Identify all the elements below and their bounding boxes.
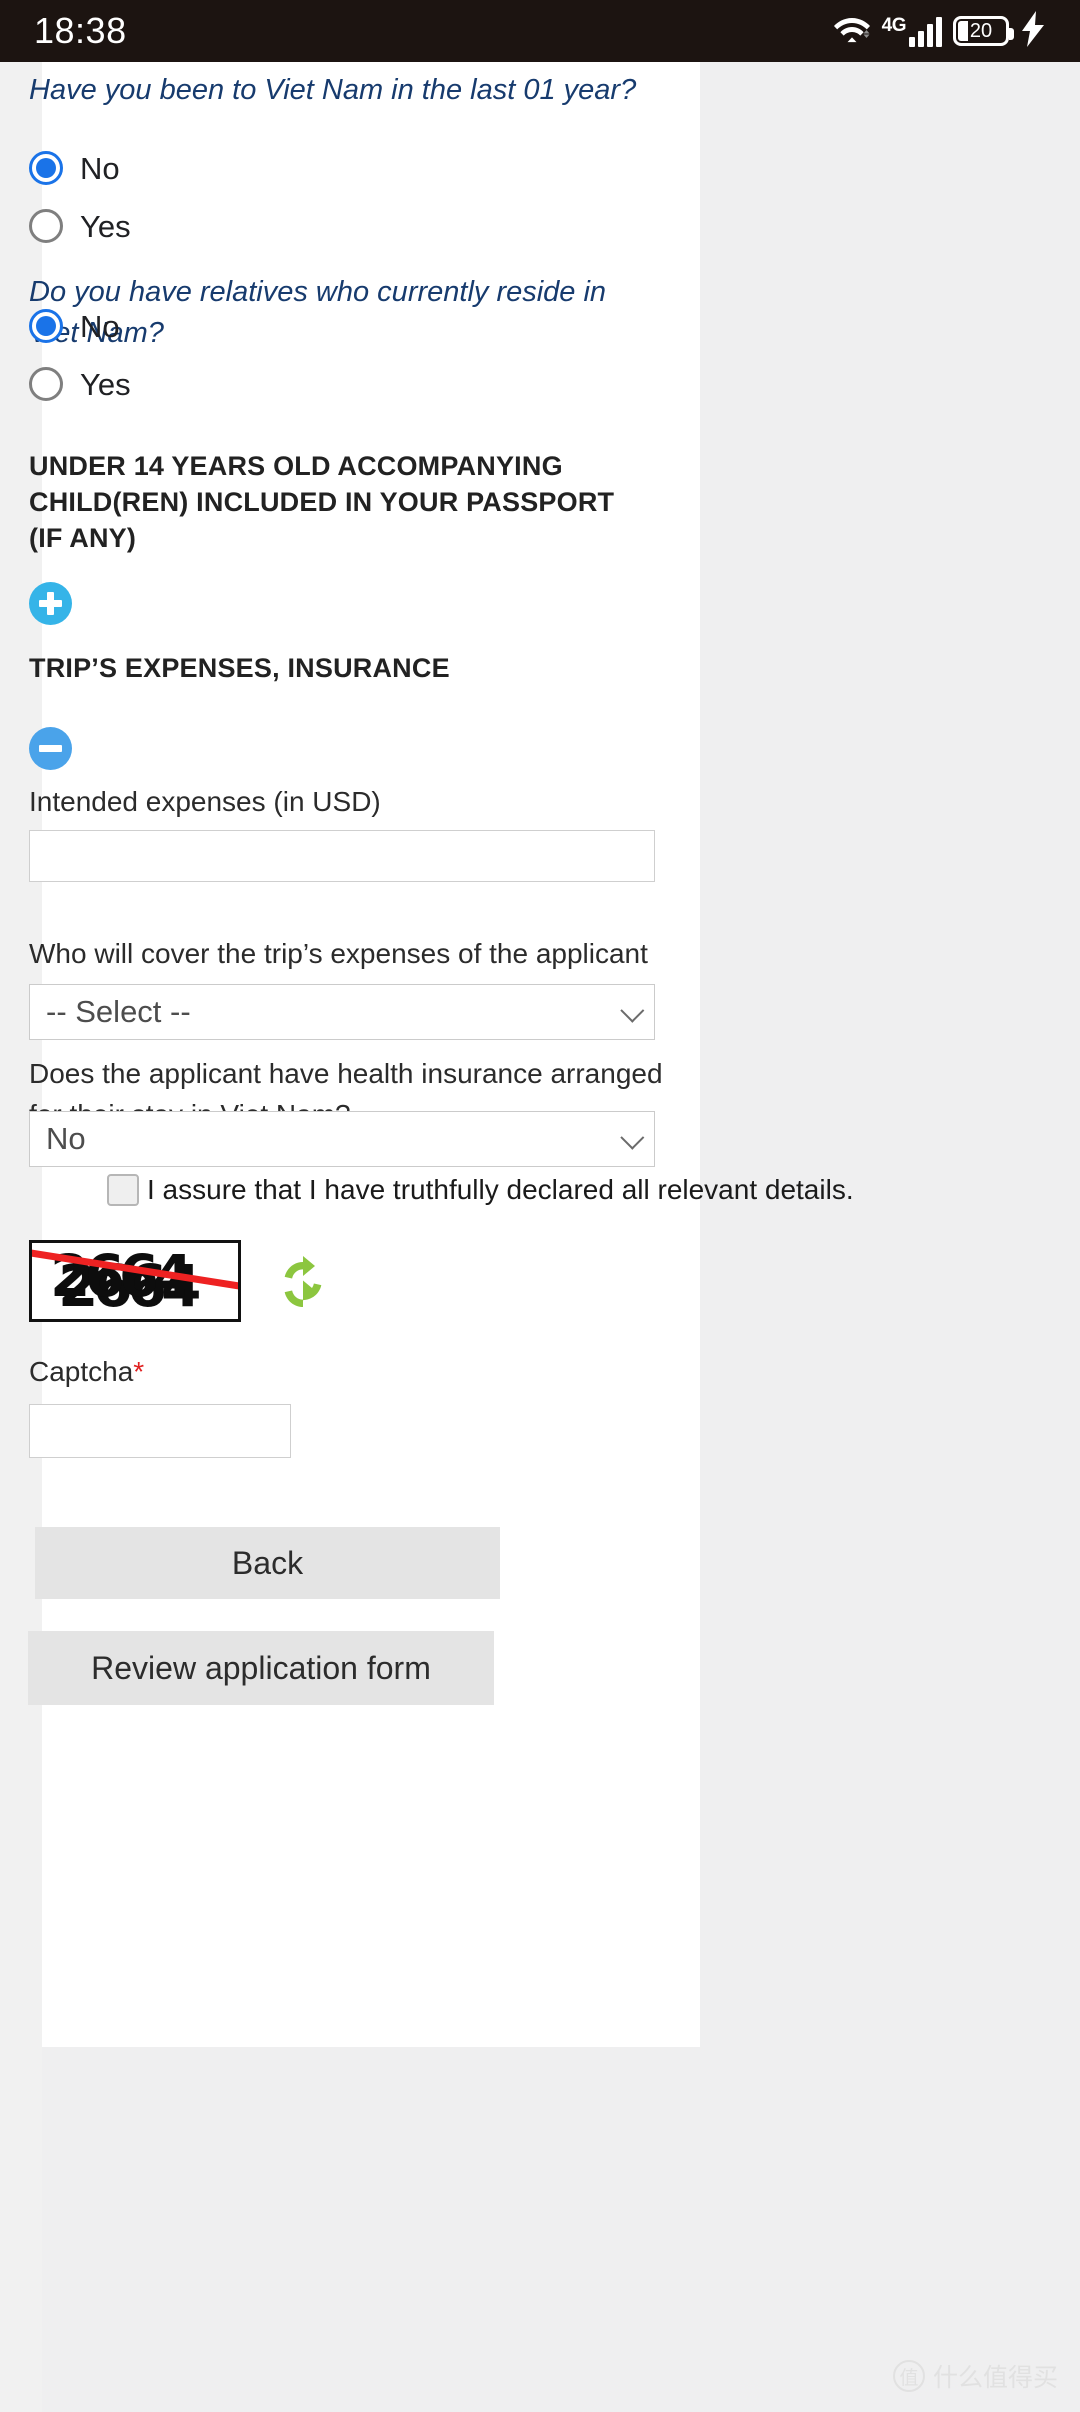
radio-indicator[interactable]: [29, 209, 63, 243]
refresh-icon[interactable]: [275, 1253, 331, 1309]
captcha-field-label: Captcha*: [29, 1356, 144, 1388]
screen-root: 18:38 4G 20 Have you been to Viet Nam in…: [0, 0, 1080, 2412]
radio-option-recent-visit-no[interactable]: No: [29, 137, 120, 199]
assurance-checkbox[interactable]: [107, 1174, 139, 1206]
watermark-text: 什么值得买: [932, 2363, 1058, 2392]
captcha-input[interactable]: [29, 1404, 291, 1458]
radio-label: Yes: [80, 366, 131, 402]
radio-label: No: [80, 150, 120, 186]
chevron-down-icon: [620, 998, 645, 1023]
watermark: 值 什么值得买: [892, 2358, 1058, 2394]
minus-icon[interactable]: [29, 727, 72, 770]
wifi-icon: [833, 13, 871, 50]
cover-expenses-select[interactable]: -- Select --: [29, 984, 655, 1040]
captcha-label-text: Captcha: [29, 1356, 134, 1387]
signal-strength-bars: [909, 16, 942, 47]
captcha-image: 2664 2664: [29, 1240, 241, 1322]
plus-bar-vertical: [47, 592, 54, 615]
watermark-badge: 值: [892, 2360, 925, 2392]
field-label-intended-expenses: Intended expenses (in USD): [29, 786, 381, 817]
radio-indicator[interactable]: [29, 367, 63, 401]
health-insurance-selected-value: No: [46, 1121, 86, 1156]
signal-bars-icon: 4G: [882, 16, 942, 47]
radio-option-relatives-yes[interactable]: Yes: [29, 353, 131, 415]
assurance-label: I assure that I have truthfully declared…: [147, 1174, 854, 1205]
field-label-cover-expenses: Who will cover the trip’s expenses of th…: [29, 938, 648, 969]
assurance-checkbox-row[interactable]: I assure that I have truthfully declared…: [29, 1174, 854, 1206]
radio-indicator[interactable]: [29, 309, 63, 343]
question-label-recent-visit: Have you been to Viet Nam in the last 01…: [29, 74, 637, 106]
chevron-down-icon: [620, 1125, 645, 1150]
captcha-image-row: 2664 2664: [29, 1240, 331, 1322]
battery-fill: [958, 21, 968, 41]
radio-indicator[interactable]: [29, 151, 63, 185]
battery-percent-label: 20: [969, 20, 993, 42]
question-label-relatives: Do you have relatives who currently resi…: [29, 276, 607, 350]
charging-bolt-icon: [1020, 10, 1046, 52]
back-button[interactable]: Back: [35, 1527, 500, 1599]
battery-icon: 20: [953, 16, 1014, 46]
section-title-trip-expenses: TRIP’S EXPENSES, INSURANCE: [29, 653, 450, 683]
minus-bar-horizontal: [39, 745, 62, 752]
radio-label: No: [80, 308, 120, 344]
status-bar-icons: 4G 20: [833, 10, 1046, 52]
intended-expenses-input[interactable]: [29, 830, 655, 882]
review-application-form-button[interactable]: Review application form: [28, 1631, 494, 1705]
status-bar-clock: 18:38: [34, 10, 127, 51]
radio-label: Yes: [80, 208, 131, 244]
form-panel: Have you been to Viet Nam in the last 01…: [28, 62, 854, 2047]
plus-icon[interactable]: [29, 582, 72, 625]
health-insurance-select[interactable]: No: [29, 1111, 655, 1167]
radio-option-recent-visit-yes[interactable]: Yes: [29, 195, 131, 257]
radio-option-relatives-no[interactable]: No: [29, 295, 120, 357]
required-asterisk: *: [133, 1356, 145, 1387]
section-title-under-14: UNDER 14 YEARS OLD ACCOMPANYING CHILD(RE…: [29, 451, 615, 553]
page-body: Have you been to Viet Nam in the last 01…: [0, 62, 1080, 2412]
status-bar: 18:38 4G 20: [0, 0, 1080, 62]
network-type-label: 4G: [881, 14, 907, 36]
cover-expenses-selected-value: -- Select --: [46, 994, 191, 1029]
